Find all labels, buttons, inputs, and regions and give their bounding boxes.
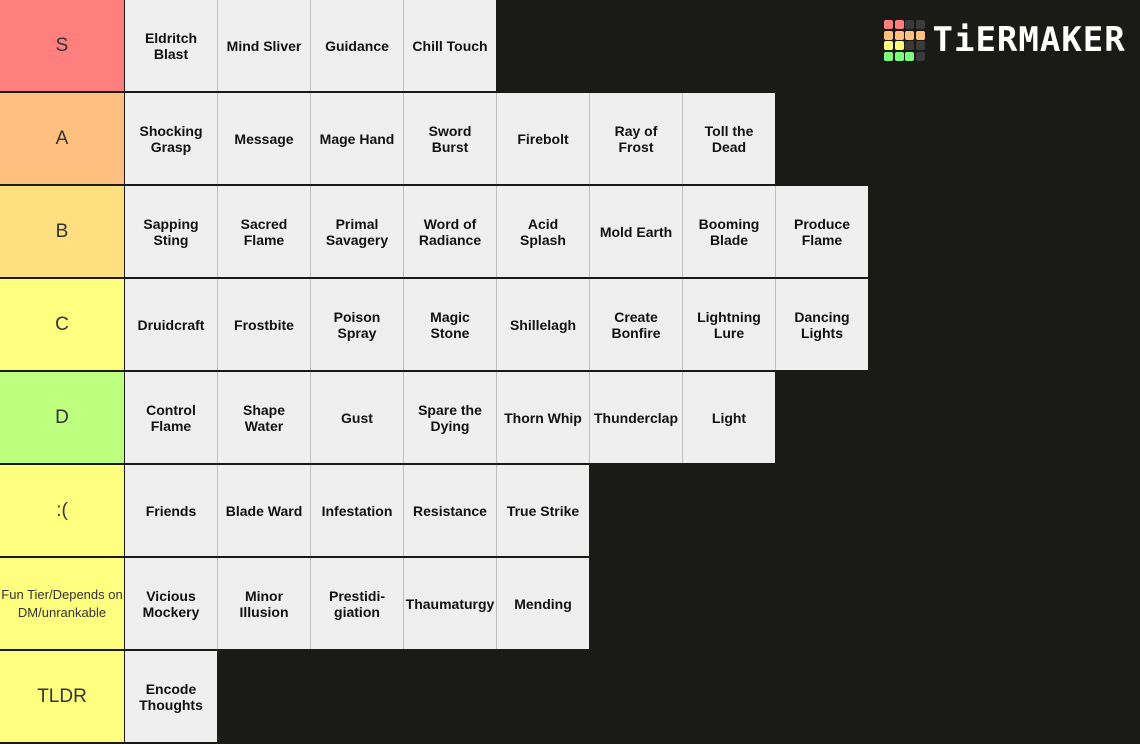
tier-item[interactable]: Mind Sliver [218, 0, 311, 91]
tier-row: Fun Tier/Depends on DM/unrankable Vicious… [0, 558, 1140, 651]
tier-item[interactable]: Gust [311, 372, 404, 463]
tier-item[interactable]: Shape Water [218, 372, 311, 463]
tier-item[interactable]: Booming Blade [683, 186, 776, 277]
tier-item[interactable]: True Strike [497, 465, 589, 556]
tier-label[interactable]: C [0, 279, 125, 370]
tier-item[interactable]: Acid Splash [497, 186, 590, 277]
logo-grid-cell [884, 41, 893, 50]
tier-label[interactable]: S [0, 0, 125, 91]
logo-grid-cell [905, 51, 914, 61]
tier-item[interactable]: Light [683, 372, 775, 463]
tier-item[interactable]: Word of Radiance [404, 186, 497, 277]
logo-grid-cell [884, 30, 893, 40]
tier-items: Friends Blade Ward Infestation Resistance Tr… [125, 465, 589, 556]
tier-row: :(Friends Blade Ward Infestation Resistance… [0, 465, 1140, 558]
logo-grid-cell [905, 20, 914, 29]
tier-item[interactable]: Mage Hand [311, 93, 404, 184]
tier-item[interactable]: Frostbite [218, 279, 311, 370]
logo-grid-cell [905, 30, 914, 40]
logo-grid-cell [884, 51, 893, 61]
logo-grid-cell [915, 51, 925, 61]
tier-item[interactable]: Ray of Frost [590, 93, 683, 184]
tier-label[interactable]: A [0, 93, 125, 184]
tier-label[interactable]: TLDR [0, 651, 125, 742]
tier-item[interactable]: Sapping Sting [125, 186, 218, 277]
tier-label[interactable]: D [0, 372, 125, 463]
tier-item[interactable]: Control Flame [125, 372, 218, 463]
tier-item[interactable]: Mending [497, 558, 589, 649]
tier-item[interactable]: Toll the Dead [683, 93, 775, 184]
tier-item[interactable]: Thunderclap [590, 372, 683, 463]
logo-grid-cell [894, 30, 904, 40]
logo-grid-cell [884, 20, 893, 29]
tier-row: A Shocking Grasp Message Mage Hand Sword Bur… [0, 93, 1140, 186]
tier-label[interactable]: Fun Tier/Depends on DM/unrankable [0, 558, 125, 649]
logo-grid-cell [915, 20, 925, 29]
logo-grid-cell [905, 41, 914, 50]
tier-item[interactable]: Minor Illusion [218, 558, 311, 649]
tier-item[interactable]: Eldritch Blast [125, 0, 218, 91]
tier-item[interactable]: Chill Touch [404, 0, 496, 91]
tier-item[interactable]: Resistance [404, 465, 497, 556]
tier-item[interactable]: Infestation [311, 465, 404, 556]
tier-item[interactable]: Shocking Grasp [125, 93, 218, 184]
tier-item[interactable]: Blade Ward [218, 465, 311, 556]
tier-item[interactable]: Prestidi- giation [311, 558, 404, 649]
tier-item[interactable]: Thaumaturgy [404, 558, 497, 649]
tier-item[interactable]: Produce Flame [776, 186, 868, 277]
logo-grid-cell [894, 51, 904, 61]
tier-item[interactable]: Mold Earth [590, 186, 683, 277]
tier-item[interactable]: Sword Burst [404, 93, 497, 184]
tier-item[interactable]: Lightning Lure [683, 279, 776, 370]
logo-grid-cell [894, 20, 904, 29]
tier-item[interactable]: Message [218, 93, 311, 184]
tier-items: Eldritch Blast Mind Sliver Guidance Chill T… [125, 0, 496, 91]
logo-grid-cell [915, 41, 925, 50]
tier-item[interactable]: Friends [125, 465, 218, 556]
tier-item[interactable]: Poison Spray [311, 279, 404, 370]
tier-item[interactable]: Firebolt [497, 93, 590, 184]
tier-item[interactable]: Vicious Mockery [125, 558, 218, 649]
tier-items: Druidcraft Frostbite Poison Spray Magic Sto… [125, 279, 868, 370]
tier-item[interactable]: Sacred Flame [218, 186, 311, 277]
tier-item[interactable]: Create Bonfire [590, 279, 683, 370]
tier-row: B Sapping Sting Sacred Flame Primal Savager… [0, 186, 1140, 279]
tier-item[interactable]: Druidcraft [125, 279, 218, 370]
tier-label[interactable]: B [0, 186, 125, 277]
logo-grid-cell [915, 30, 925, 40]
logo-grid-icon [884, 20, 925, 61]
tier-items: Sapping Sting Sacred Flame Primal Savagery… [125, 186, 868, 277]
tier-items: Vicious Mockery Minor Illusion Prestidi- g… [125, 558, 589, 649]
tier-row: TLDR Encode Thoughts [0, 651, 1140, 742]
tier-label[interactable]: :( [0, 465, 125, 556]
tier-item[interactable]: Thorn Whip [497, 372, 590, 463]
tier-item[interactable]: Spare the Dying [404, 372, 497, 463]
tier-items: Shocking Grasp Message Mage Hand Sword Burs… [125, 93, 775, 184]
tier-row: D Control Flame Shape Water Gust Spare the D… [0, 372, 1140, 465]
tier-item[interactable]: Primal Savagery [311, 186, 404, 277]
tier-row: C Druidcraft Frostbite Poison Spray Magic St… [0, 279, 1140, 372]
tier-item[interactable]: Encode Thoughts [125, 651, 217, 742]
tier-items: Encode Thoughts [125, 651, 217, 742]
logo-text: TiERMAKER [932, 20, 1126, 61]
tier-item[interactable]: Magic Stone [404, 279, 497, 370]
tiermaker-logo[interactable]: TiERMAKER [884, 20, 1126, 61]
tier-item[interactable]: Dancing Lights [776, 279, 868, 370]
tier-list-board: S Eldritch Blast Mind Sliver Guidance Chill … [0, 0, 1140, 742]
tier-items: Control Flame Shape Water Gust Spare the Dy… [125, 372, 775, 463]
logo-grid-cell [894, 41, 904, 50]
tier-item[interactable]: Guidance [311, 0, 404, 91]
tier-item[interactable]: Shillelagh [497, 279, 590, 370]
